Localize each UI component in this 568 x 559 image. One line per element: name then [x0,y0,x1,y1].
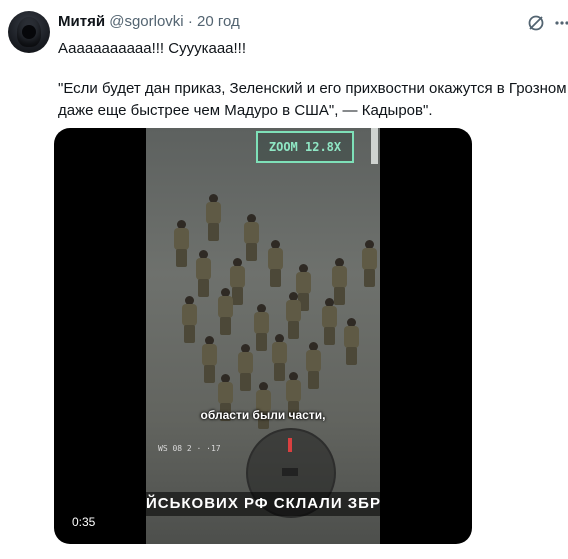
author-handle[interactable]: @sgorlovki [109,13,183,30]
video-subtitle: области были части, [200,408,326,422]
hud-bar [371,128,378,164]
video-frame: ZOOM 12.8X области были части, WS 08 2 ·… [146,128,380,544]
more-icon[interactable] [554,13,568,33]
tweet-header: Митяй @sgorlovki · 20 год [58,13,240,30]
avatar-face [22,25,36,39]
author-name[interactable]: Митяй [58,13,105,30]
video-duration: 0:35 [72,515,96,529]
hud-readout: WS 08 2 · ·17 [158,444,221,453]
tweet-text-line-2: "Если будет дан приказ, Зеленский и его … [58,80,567,97]
zoom-label: ZOOM 12.8X [256,131,354,163]
video-player[interactable]: ZOOM 12.8X области были части, WS 08 2 ·… [54,128,472,544]
tweet-text-line-3: даже еще быстрее чем Мадуро в США", — Ка… [58,102,433,119]
avatar[interactable] [8,11,50,53]
grok-icon[interactable] [526,13,546,33]
tweet-text-line-1: Ааааааааааа!!! Сууукааа!!! [58,40,247,57]
separator-dot: · [187,13,193,30]
timestamp[interactable]: 20 год [197,13,240,30]
video-banner: ЙСЬКОВИХ РФ СКЛАЛИ ЗБРОЮ [146,492,380,516]
